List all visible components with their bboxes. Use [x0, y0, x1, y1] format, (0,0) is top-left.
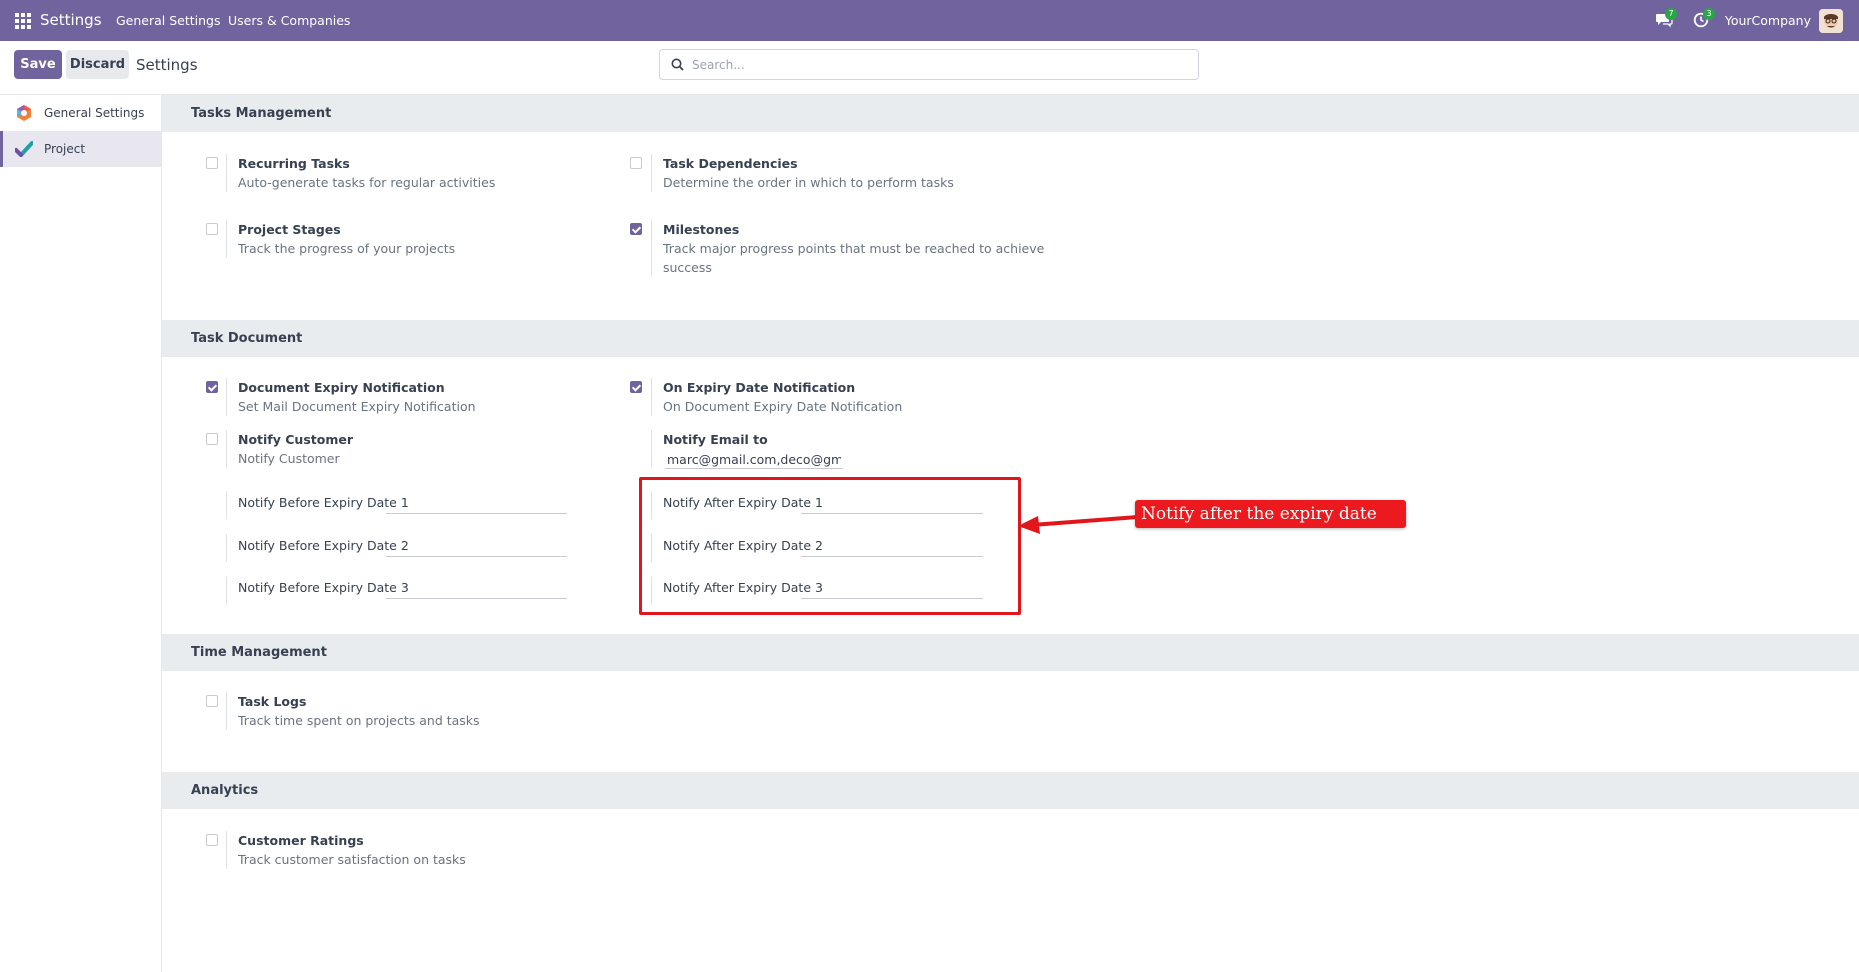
setting-divider — [226, 378, 227, 416]
document-expiry-title: Document Expiry Notification — [238, 380, 445, 395]
setting-divider — [226, 577, 227, 605]
project-stages-checkbox[interactable] — [206, 223, 218, 235]
activities-clock-icon[interactable]: 3 — [1693, 8, 1715, 28]
task-dependencies-checkbox[interactable] — [630, 157, 642, 169]
activities-badge: 3 — [1703, 8, 1715, 20]
notify-customer-desc: Notify Customer — [238, 451, 340, 466]
sidebar-item-general-settings[interactable]: General Settings — [0, 95, 161, 131]
search-input[interactable] — [692, 55, 1192, 75]
setting-divider — [651, 154, 652, 192]
section-title: Tasks Management — [191, 106, 332, 121]
task-dependencies-desc: Determine the order in which to perform … — [663, 175, 954, 190]
notify-email-title: Notify Email to — [663, 432, 768, 447]
messages-badge: 7 — [1665, 8, 1677, 20]
document-expiry-checkbox[interactable] — [206, 381, 218, 393]
annotation-arrow-icon — [1018, 515, 1138, 534]
section-header-analytics: Analytics — [162, 772, 1859, 809]
customer-ratings-title: Customer Ratings — [238, 833, 364, 848]
sidebar-item-label: Project — [44, 142, 86, 156]
nav-users-companies[interactable]: Users & Companies — [228, 13, 350, 28]
task-logs-checkbox[interactable] — [206, 695, 218, 707]
milestones-checkbox[interactable] — [630, 223, 642, 235]
notify-before-2-input[interactable] — [386, 539, 567, 557]
nav-general-settings[interactable]: General Settings — [116, 13, 221, 28]
app-brand[interactable]: Settings — [40, 11, 102, 29]
setting-divider — [226, 692, 227, 730]
project-stages-desc: Track the progress of your projects — [238, 241, 456, 256]
on-expiry-title: On Expiry Date Notification — [663, 380, 856, 395]
setting-divider — [226, 831, 227, 869]
task-logs-title: Task Logs — [238, 694, 307, 709]
setting-divider — [651, 220, 652, 276]
odoo-logo-icon — [17, 105, 31, 121]
setting-divider — [651, 430, 652, 468]
project-icon — [15, 141, 33, 157]
recurring-tasks-checkbox[interactable] — [206, 157, 218, 169]
section-header-time-management: Time Management — [162, 634, 1859, 671]
top-navbar: Settings General Settings Users & Compan… — [0, 0, 1859, 41]
setting-divider — [226, 491, 227, 519]
milestones-desc-continued: success — [663, 260, 712, 275]
notify-customer-checkbox[interactable] — [206, 433, 218, 445]
recurring-tasks-title: Recurring Tasks — [238, 156, 350, 171]
discard-button[interactable]: Discard — [66, 50, 129, 79]
annotation-highlight-box — [639, 477, 1021, 615]
on-expiry-desc: On Document Expiry Date Notification — [663, 399, 903, 414]
messages-icon[interactable]: 7 — [1655, 8, 1677, 28]
milestones-title: Milestones — [663, 222, 740, 237]
milestones-desc: Track major progress points that must be… — [663, 241, 1045, 256]
sidebar-item-project[interactable]: Project — [0, 131, 161, 167]
search-box[interactable] — [659, 49, 1199, 80]
section-header-task-document: Task Document — [162, 320, 1859, 357]
page-title: Settings — [136, 56, 198, 74]
notify-before-1-label: Notify Before Expiry Date 1 — [238, 495, 409, 510]
company-switcher[interactable]: YourCompany — [1725, 13, 1811, 28]
task-dependencies-title: Task Dependencies — [663, 156, 798, 171]
settings-sidebar: General Settings Project — [0, 95, 162, 972]
user-avatar[interactable] — [1819, 9, 1843, 33]
control-panel: Save Discard Settings — [0, 41, 1859, 95]
section-title: Task Document — [191, 331, 303, 346]
annotation-callout: Notify after the expiry date — [1135, 500, 1406, 528]
recurring-tasks-desc: Auto-generate tasks for regular activiti… — [238, 175, 496, 190]
sidebar-item-label: General Settings — [44, 106, 145, 120]
setting-divider — [226, 534, 227, 562]
notify-customer-title: Notify Customer — [238, 432, 353, 447]
on-expiry-checkbox[interactable] — [630, 381, 642, 393]
search-icon — [671, 58, 684, 71]
section-title: Analytics — [191, 783, 259, 798]
apps-menu-icon[interactable] — [15, 13, 31, 29]
task-logs-desc: Track time spent on projects and tasks — [238, 713, 480, 728]
section-title: Time Management — [191, 645, 327, 660]
setting-divider — [226, 430, 227, 468]
customer-ratings-desc: Track customer satisfaction on tasks — [238, 852, 466, 867]
notify-before-3-input[interactable] — [386, 581, 567, 599]
notify-email-input[interactable] — [665, 451, 843, 469]
save-button[interactable]: Save — [14, 50, 62, 79]
setting-divider — [651, 378, 652, 416]
project-stages-title: Project Stages — [238, 222, 341, 237]
document-expiry-desc: Set Mail Document Expiry Notification — [238, 399, 476, 414]
setting-divider — [226, 220, 227, 258]
notify-before-3-label: Notify Before Expiry Date 3 — [238, 580, 409, 595]
notify-before-2-label: Notify Before Expiry Date 2 — [238, 538, 409, 553]
notify-before-1-input[interactable] — [386, 496, 567, 514]
section-header-tasks-management: Tasks Management — [162, 95, 1859, 132]
customer-ratings-checkbox[interactable] — [206, 834, 218, 846]
setting-divider — [226, 154, 227, 192]
